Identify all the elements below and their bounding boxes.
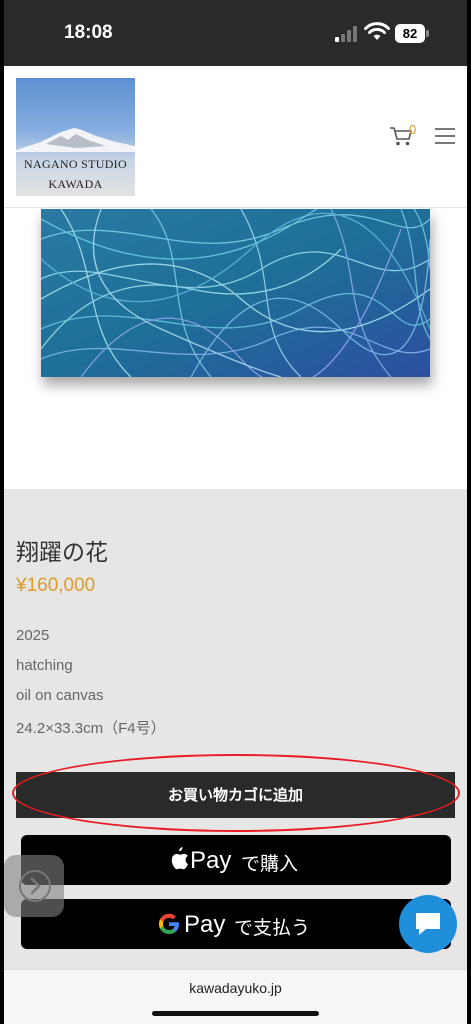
- highlight-ellipse: [12, 754, 460, 832]
- apple-icon: [171, 847, 188, 870]
- product-title: 翔躍の花: [16, 540, 108, 566]
- wifi-icon: [364, 22, 390, 40]
- google-g-icon: [159, 913, 179, 934]
- browser-url-bar[interactable]: kawadayuko.jp: [4, 969, 467, 1024]
- signal-icon: [335, 26, 359, 42]
- logo-line2: KAWADA: [48, 177, 103, 191]
- apple-pay-label: で購入: [241, 853, 299, 875]
- chevron-right-icon: [19, 870, 51, 902]
- product-details: 翔躍の花 ¥160,000 2025 hatching oil on canva…: [4, 489, 467, 969]
- phone-frame: 18:08 82 NAGANO STUDIO KAWADA 0 翔躍の花 ¥16…: [0, 0, 471, 1024]
- chat-button[interactable]: [399, 895, 457, 953]
- side-expand-button[interactable]: [4, 855, 64, 917]
- url-text: kawadayuko.jp: [189, 980, 282, 996]
- google-pay-brand: Pay: [184, 911, 226, 938]
- battery-level: 82: [395, 24, 425, 43]
- google-pay-label: で支払う: [234, 917, 311, 939]
- product-medium: oil on canvas: [16, 687, 104, 704]
- mountain-icon: [16, 128, 135, 152]
- product-size: 24.2×33.3cm（F4号）: [16, 720, 166, 737]
- hamburger-menu-icon[interactable]: [435, 127, 455, 145]
- product-price: ¥160,000: [16, 575, 96, 596]
- chat-icon: [416, 913, 440, 935]
- battery-icon: 82: [395, 24, 429, 43]
- product-year: 2025: [16, 627, 50, 644]
- status-bar: 18:08 82: [4, 0, 467, 66]
- site-logo[interactable]: NAGANO STUDIO KAWADA: [16, 78, 135, 196]
- logo-line1: NAGANO STUDIO: [24, 157, 127, 171]
- product-image-area: [4, 209, 467, 489]
- screen: 18:08 82 NAGANO STUDIO KAWADA 0 翔躍の花 ¥16…: [4, 0, 467, 1024]
- google-pay-button[interactable]: Pay で支払う: [21, 899, 451, 949]
- product-painting-image[interactable]: [41, 209, 430, 377]
- product-technique: hatching: [16, 657, 73, 674]
- cart-count: 0: [409, 122, 417, 137]
- site-header: NAGANO STUDIO KAWADA 0: [4, 66, 467, 208]
- status-time: 18:08: [64, 22, 113, 43]
- apple-pay-brand: Pay: [190, 847, 232, 874]
- home-indicator: [152, 1011, 319, 1016]
- apple-pay-button[interactable]: Pay で購入: [21, 835, 451, 885]
